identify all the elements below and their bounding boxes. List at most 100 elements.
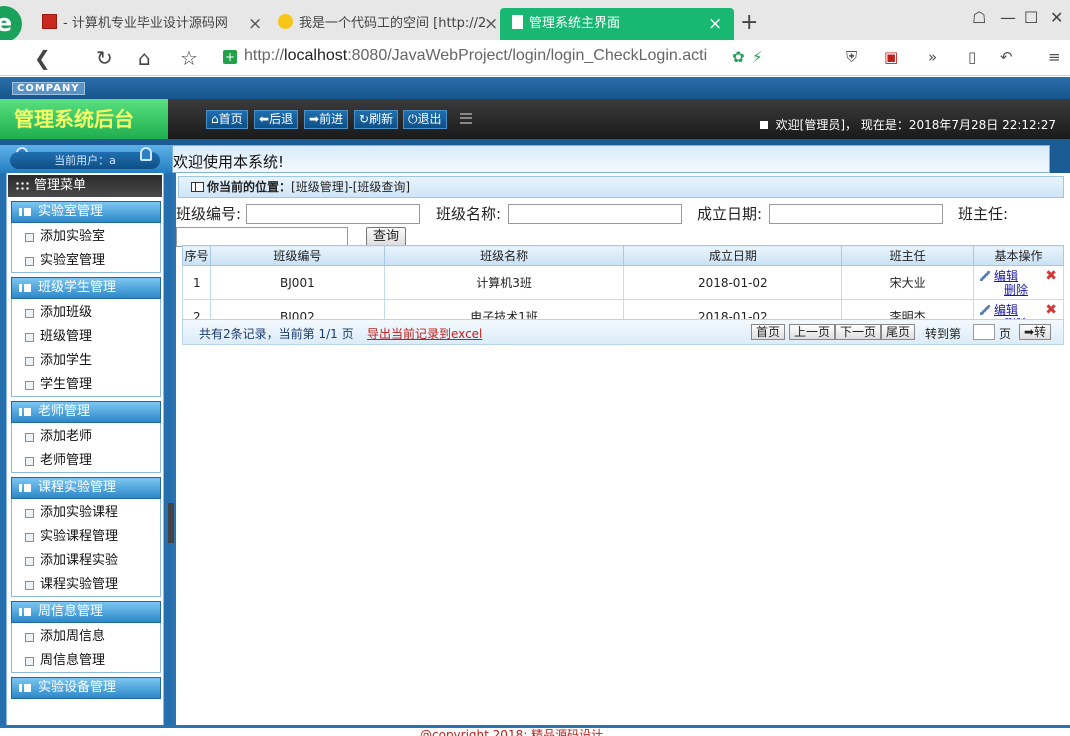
sidebar-toggle-handle[interactable] xyxy=(168,503,174,543)
more-icon[interactable]: » xyxy=(928,48,937,66)
item-icon xyxy=(25,533,34,542)
reader-icon[interactable]: ▯ xyxy=(968,48,976,66)
export-excel-link[interactable]: 导出当前记录到excel xyxy=(367,325,482,342)
browser-tab-1[interactable]: - 计算机专业毕业设计源码网 × xyxy=(42,8,262,40)
hook-icon xyxy=(140,147,152,161)
cell-index: 1 xyxy=(182,265,211,300)
sidebar-item-course-experiment-manage[interactable]: 课程实验管理 xyxy=(22,575,160,595)
next-page-button[interactable]: 下一页 xyxy=(835,324,882,340)
list-icon[interactable] xyxy=(460,113,472,124)
sidebar-group-equipment[interactable]: 实验设备管理 xyxy=(11,677,161,699)
speed-icon[interactable]: ⚡ xyxy=(752,48,763,66)
secure-icon: + xyxy=(223,50,237,64)
item-icon xyxy=(25,381,34,390)
sidebar-item-add-lab[interactable]: 添加实验室 xyxy=(22,227,160,247)
sidebar-item-add-week-info[interactable]: 添加周信息 xyxy=(22,627,160,647)
sidebar-item-week-info-manage[interactable]: 周信息管理 xyxy=(22,651,160,671)
shield-icon[interactable]: ⛨ xyxy=(846,48,857,66)
toolbar-logout-button[interactable]: ⏻退出 xyxy=(403,110,447,129)
goto-page-input[interactable] xyxy=(973,324,995,340)
item-icon xyxy=(25,509,34,518)
close-tab-icon[interactable]: × xyxy=(708,8,722,40)
item-icon xyxy=(25,457,34,466)
sidebar-item-lab-manage[interactable]: 实验室管理 xyxy=(22,251,160,271)
prev-page-button[interactable]: 上一页 xyxy=(789,324,836,340)
class-no-input[interactable] xyxy=(246,204,420,224)
cell-actions: 编辑 删除 ✖ xyxy=(973,265,1064,300)
item-icon xyxy=(25,357,34,366)
browser-tab-2[interactable]: 我是一个代码工的空间 [http://2 × xyxy=(278,8,498,40)
last-page-button[interactable]: 尾页 xyxy=(881,324,916,340)
new-tab-icon[interactable]: + xyxy=(740,10,758,35)
skin-icon[interactable]: ☖ xyxy=(972,8,986,27)
reload-icon[interactable]: ↻ xyxy=(96,46,113,70)
bookmark-star-icon[interactable]: ☆ xyxy=(180,46,198,70)
group-icon xyxy=(19,684,31,692)
sidebar-item-add-student[interactable]: 添加学生 xyxy=(22,351,160,371)
close-tab-icon[interactable]: × xyxy=(484,8,498,40)
home-icon[interactable]: ⌂ xyxy=(138,46,151,70)
sidebar-item-add-teacher[interactable]: 添加老师 xyxy=(22,427,160,447)
sidebar-group-lab[interactable]: 实验室管理 xyxy=(11,201,161,223)
browser-tabbar: e - 计算机专业毕业设计源码网 × 我是一个代码工的空间 [http://2 … xyxy=(0,0,1070,42)
sidebar-group-teacher[interactable]: 老师管理 xyxy=(11,401,161,423)
current-user-bar: 当前用户：a xyxy=(0,145,172,173)
head-teacher-input[interactable] xyxy=(176,227,348,247)
close-window-icon[interactable]: ✕ xyxy=(1050,8,1063,27)
delete-x-icon[interactable]: ✖ xyxy=(1045,268,1057,284)
refresh-icon: ↻ xyxy=(359,112,370,126)
toolbar-forward-button[interactable]: ➡前进 xyxy=(304,110,349,129)
sidebar-item-teacher-manage[interactable]: 老师管理 xyxy=(22,451,160,471)
sidebar-group-course-experiment[interactable]: 课程实验管理 xyxy=(11,477,161,499)
brand-title: 管理系统后台 xyxy=(0,99,168,139)
item-icon xyxy=(25,557,34,566)
close-tab-icon[interactable]: × xyxy=(248,8,262,40)
main-content: 你当前的位置：[班级管理]-[班级查询] 班级编号: 班级名称: 成立日期: 班… xyxy=(176,173,1070,725)
toolbar-home-button[interactable]: ⌂首页 xyxy=(206,110,248,129)
date-label: 成立日期: xyxy=(697,205,763,223)
item-icon xyxy=(25,433,34,442)
toolbar-refresh-button[interactable]: ↻刷新 xyxy=(354,110,399,129)
sidebar-item-student-manage[interactable]: 学生管理 xyxy=(22,375,160,395)
url-input[interactable]: http://localhost:8080/JavaWebProject/log… xyxy=(244,47,730,65)
compat-icon[interactable]: ✿ xyxy=(732,48,745,66)
menu-title: 管理菜单 xyxy=(8,175,162,197)
date-input[interactable] xyxy=(769,204,943,224)
copyright-text: @copyright 2018; 精品源码设计 xyxy=(420,728,604,736)
header-top-bar: COMPANY xyxy=(0,77,1070,99)
first-page-button[interactable]: 首页 xyxy=(751,324,786,340)
goto-button[interactable]: ➡转 xyxy=(1019,324,1052,340)
col-header: 班级编号 xyxy=(209,245,385,266)
back-icon[interactable]: ❮ xyxy=(34,46,51,70)
query-button[interactable]: 查询 xyxy=(366,227,406,247)
sidebar-item-add-class[interactable]: 添加班级 xyxy=(22,303,160,323)
sidebar-item-add-lab-course[interactable]: 添加实验课程 xyxy=(22,503,160,523)
sidebar-group-class-student[interactable]: 班级学生管理 xyxy=(11,277,161,299)
col-header: 序号 xyxy=(182,245,211,266)
sidebar-item-class-manage[interactable]: 班级管理 xyxy=(22,327,160,347)
frame-edge xyxy=(1050,145,1070,173)
browser-tab-active[interactable]: 管理系统主界面 × xyxy=(500,8,734,40)
table-row: 1 BJ001 计算机3班 2018-01-02 宋大业 编辑 删除 ✖ xyxy=(182,265,1064,300)
class-name-label: 班级名称: xyxy=(436,205,502,223)
class-name-input[interactable] xyxy=(508,204,682,224)
minimize-icon[interactable]: — xyxy=(1000,8,1016,27)
sidebar-item-lab-course-manage[interactable]: 实验课程管理 xyxy=(22,527,160,547)
menu-icon[interactable]: ≡ xyxy=(1048,48,1061,66)
item-icon xyxy=(25,657,34,666)
arrow-right-icon: ➡ xyxy=(309,112,320,126)
maximize-icon[interactable]: ☐ xyxy=(1024,8,1038,27)
browser-logo-icon: e xyxy=(0,6,22,42)
sidebar-item-add-course-experiment[interactable]: 添加课程实验 xyxy=(22,551,160,571)
site-favicon-icon xyxy=(42,14,57,29)
power-icon: ⏻ xyxy=(408,112,418,126)
pdf-icon[interactable]: ▣ xyxy=(884,48,898,66)
current-user: 当前用户：a xyxy=(10,152,160,169)
delete-x-icon[interactable]: ✖ xyxy=(1045,302,1057,318)
toolbar-back-button[interactable]: ⬅后退 xyxy=(254,110,299,129)
col-header: 基本操作 xyxy=(973,245,1064,266)
undo-icon[interactable]: ↶ xyxy=(1000,48,1013,66)
delete-link[interactable]: 删除 xyxy=(1004,283,1063,297)
group-icon xyxy=(19,408,31,416)
sidebar-group-week-info[interactable]: 周信息管理 xyxy=(11,601,161,623)
